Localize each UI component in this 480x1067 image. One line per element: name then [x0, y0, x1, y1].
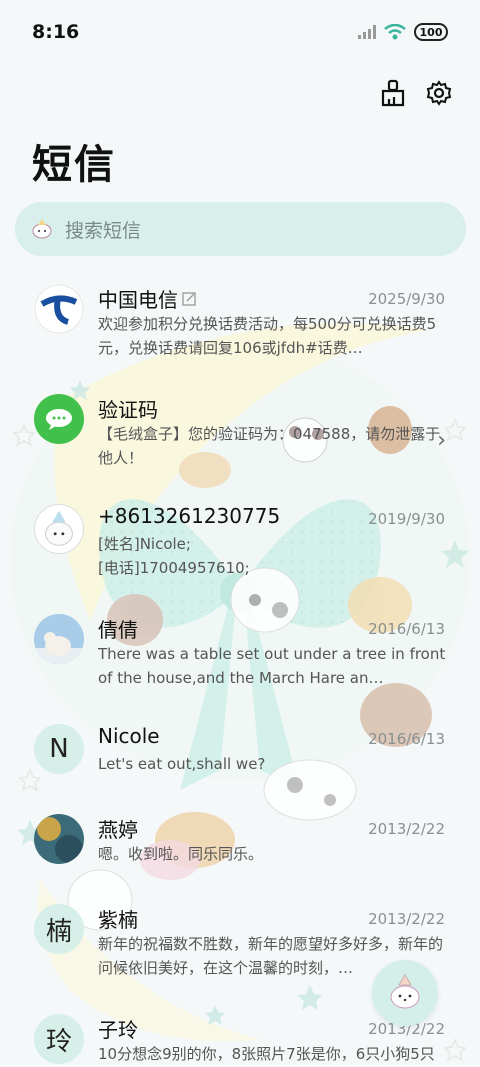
- painting-photo-icon: [34, 814, 84, 864]
- status-time: 8:16: [32, 21, 80, 43]
- letter-avatar: 玲: [34, 1014, 84, 1064]
- conversation-list: 中国电信 2025/9/30 欢迎参加积分兑换话费活动，每500分可兑换话费5元…: [0, 270, 480, 1067]
- chevron-right-icon[interactable]: ›: [437, 428, 446, 453]
- puppy-photo-icon: [45, 510, 73, 546]
- mascot-compose-icon: [390, 974, 420, 1009]
- message-snippet: 10分想念9别的你，8张照片7张是你，6只小狗5只像你，4根骨头3根归你，2爪着…: [98, 1045, 435, 1063]
- contact-name: 紫楠: [98, 908, 138, 932]
- external-link-icon: [182, 291, 196, 306]
- message-date: 2025/9/30: [368, 290, 445, 308]
- mascot-icon: [32, 219, 52, 239]
- message-snippet: [姓名]Nicole; [电话]17004957610;: [98, 535, 250, 577]
- gear-icon: [426, 80, 452, 106]
- message-bubble-avatar: [34, 394, 84, 444]
- telecom-logo-icon: [34, 284, 84, 334]
- search-bar[interactable]: 搜索短信: [15, 202, 466, 256]
- letter-avatar: 楠: [34, 904, 84, 954]
- message-date: 2013/2/22: [368, 820, 445, 838]
- compose-button[interactable]: [372, 960, 438, 1026]
- contact-photo-avatar: [34, 814, 84, 864]
- clean-button[interactable]: [378, 78, 408, 108]
- message-date: 2019/9/30: [368, 510, 445, 528]
- search-placeholder: 搜索短信: [65, 219, 142, 242]
- battery-indicator: 100: [414, 23, 448, 41]
- conversation-row[interactable]: 中国电信 2025/9/30 欢迎参加积分兑换话费活动，每500分可兑换话费5元…: [0, 270, 480, 380]
- contact-name: 子玲: [98, 1018, 138, 1042]
- contact-photo-avatar: [34, 504, 84, 554]
- signal-icon: [358, 25, 376, 39]
- top-actions: [378, 78, 454, 108]
- message-snippet: There was a table set out under a tree i…: [98, 645, 446, 687]
- contact-name-text: 中国电信: [98, 288, 178, 312]
- message-snippet: 【毛绒盒子】您的验证码为：047588，请勿泄露于他人！: [98, 425, 441, 467]
- status-icons: 100: [358, 23, 448, 41]
- broom-icon: [381, 79, 405, 107]
- polar-bear-photo-icon: [34, 614, 84, 664]
- conversation-row[interactable]: 燕婷 2013/2/22 嗯。收到啦。同乐同乐。: [0, 800, 480, 890]
- page-title: 短信: [32, 142, 116, 188]
- message-date: 2016/6/13: [368, 620, 445, 638]
- contact-name: 倩倩: [98, 618, 138, 642]
- message-snippet: 嗯。收到啦。同乐同乐。: [98, 845, 264, 863]
- contact-name: +8613261230775: [98, 504, 281, 528]
- chat-bubble-icon: [46, 409, 72, 430]
- contact-name: 燕婷: [98, 818, 138, 842]
- wifi-icon: [384, 24, 406, 40]
- status-bar: 8:16 100: [0, 0, 480, 66]
- message-snippet: 欢迎参加积分兑换话费活动，每500分可兑换话费5元，兑换话费请回复106或jfd…: [98, 315, 437, 357]
- conversation-row[interactable]: 验证码 【毛绒盒子】您的验证码为：047588，请勿泄露于他人！ ›: [0, 380, 480, 490]
- conversation-row[interactable]: N Nicole 2016/6/13 Let's eat out,shall w…: [0, 710, 480, 800]
- conversation-row[interactable]: +8613261230775 2019/9/30 [姓名]Nicole; [电话…: [0, 490, 480, 600]
- letter-avatar: N: [34, 724, 84, 774]
- contact-name: Nicole: [98, 724, 160, 748]
- settings-button[interactable]: [424, 78, 454, 108]
- message-date: 2016/6/13: [368, 730, 445, 748]
- conversation-row[interactable]: 倩倩 2016/6/13 There was a table set out u…: [0, 600, 480, 710]
- contact-name: 中国电信: [98, 284, 196, 313]
- message-snippet: Let's eat out,shall we?: [98, 755, 266, 773]
- telecom-logo-avatar: [34, 284, 84, 334]
- contact-name: 验证码: [98, 398, 158, 422]
- contact-photo-avatar: [34, 614, 84, 664]
- message-date: 2013/2/22: [368, 910, 445, 928]
